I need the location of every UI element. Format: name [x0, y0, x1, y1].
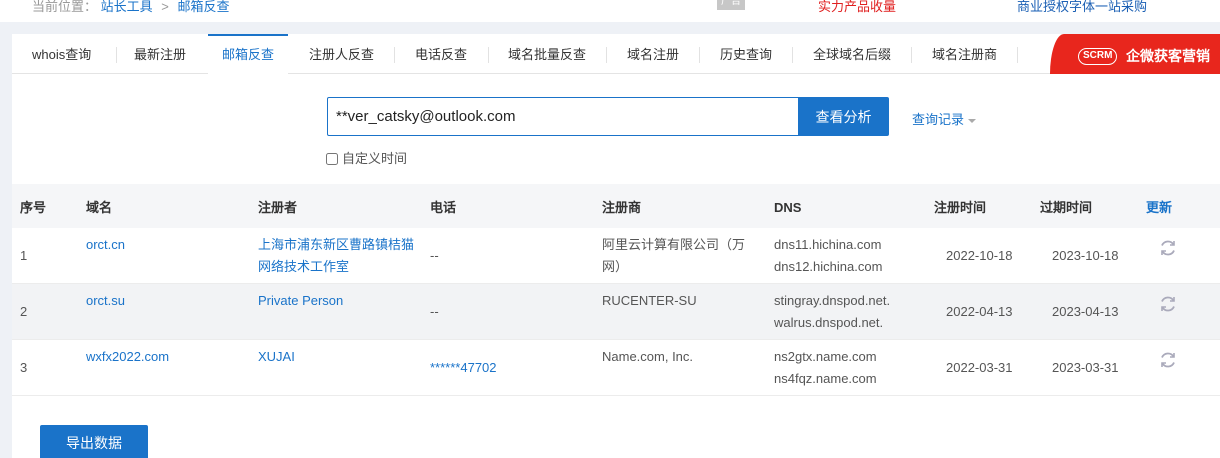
- refresh-icon[interactable]: [1158, 238, 1178, 258]
- tab-divider: [792, 47, 793, 63]
- row-domain-link[interactable]: wxfx2022.com: [86, 346, 169, 368]
- tab-divider: [606, 47, 607, 63]
- header-index: 序号: [20, 200, 47, 215]
- row-phone: --: [430, 248, 439, 263]
- tab-history[interactable]: 历史查询: [720, 34, 772, 74]
- tab-bar: whois查询 最新注册 邮箱反查 注册人反查 电话反查 域名批量反查 域名注册…: [12, 34, 1220, 75]
- tab-registrant-reverse[interactable]: 注册人反查: [309, 34, 374, 74]
- row-registrant-link[interactable]: XUJAI: [258, 346, 295, 368]
- scrm-banner-text: 企微获客营销: [1126, 48, 1210, 64]
- row-registrar: 阿里云计算有限公司（万 网）: [602, 234, 745, 278]
- row-domain-link[interactable]: orct.su: [86, 290, 125, 312]
- registrant-line: 上海市浦东新区曹路镇桔猫: [258, 237, 415, 252]
- custom-time-label: 自定义时间: [342, 151, 408, 166]
- breadcrumb-prefix: 当前位置：: [32, 0, 98, 14]
- promo-link-font[interactable]: 商业授权字体一站采购: [1017, 0, 1147, 15]
- row-index: 2: [20, 304, 28, 319]
- table-row: 2 orct.su Private Person -- RUCENTER-SU …: [12, 284, 1220, 340]
- header-dns: DNS: [774, 200, 802, 215]
- header-registrar: 注册商: [602, 200, 642, 215]
- row-registrar: Name.com, Inc.: [602, 346, 693, 368]
- top-bar: 当前位置： 站长工具 > 邮箱反查 广告 实力产品收量 商业授权字体一站采购: [0, 0, 1220, 22]
- header-registrant: 注册者: [258, 200, 298, 215]
- tab-latest-registered[interactable]: 最新注册: [134, 34, 186, 74]
- email-search-input[interactable]: [327, 97, 799, 136]
- query-history-dropdown[interactable]: 查询记录: [912, 109, 977, 128]
- tab-whois[interactable]: whois查询: [32, 34, 91, 74]
- analyze-button[interactable]: 查看分析: [798, 97, 889, 136]
- registrar-line: 阿里云计算有限公司（万: [602, 237, 746, 252]
- breadcrumb-separator: >: [161, 0, 169, 14]
- refresh-icon[interactable]: [1158, 294, 1178, 314]
- table-row: 3 wxfx2022.com XUJAI ******47702 Name.co…: [12, 340, 1220, 396]
- dns-server: ns4fqz.name.com: [774, 371, 877, 386]
- tab-batch-reverse[interactable]: 域名批量反查: [508, 34, 586, 74]
- export-data-button[interactable]: 导出数据: [40, 425, 148, 458]
- chevron-down-icon: [968, 118, 977, 123]
- custom-time-toggle[interactable]: 自定义时间: [326, 148, 407, 167]
- tab-divider: [394, 47, 395, 63]
- tab-global-suffix[interactable]: 全球域名后缀: [813, 34, 891, 74]
- tab-divider: [1017, 47, 1018, 63]
- scrm-badge: SCRM: [1078, 48, 1118, 65]
- ad-tag: 广告: [717, 0, 745, 10]
- registrant-line: 网络技术工作室: [258, 259, 350, 274]
- row-dns: ns2gtx.name.com ns4fqz.name.com: [774, 346, 877, 390]
- row-reg-date: 2022-10-18: [946, 248, 1013, 263]
- promo-link-product[interactable]: 实力产品收量: [818, 0, 896, 15]
- row-exp-date: 2023-10-18: [1052, 248, 1119, 263]
- dns-server: dns12.hichina.com: [774, 259, 883, 274]
- breadcrumb-item-email-reverse[interactable]: 邮箱反查: [178, 0, 230, 14]
- row-registrant-link[interactable]: Private Person: [258, 290, 343, 312]
- dns-server: ns2gtx.name.com: [774, 349, 877, 364]
- tab-divider: [116, 47, 117, 63]
- row-domain-link[interactable]: orct.cn: [86, 234, 125, 256]
- tab-divider: [488, 47, 489, 63]
- registrar-line: Name.com, Inc.: [602, 349, 694, 364]
- query-history-label: 查询记录: [912, 112, 965, 127]
- tab-email-reverse[interactable]: 邮箱反查: [208, 34, 288, 75]
- row-exp-date: 2023-03-31: [1052, 360, 1119, 375]
- tab-domain-register[interactable]: 域名注册: [627, 34, 679, 74]
- row-dns: dns11.hichina.com dns12.hichina.com: [774, 234, 882, 278]
- header-domain: 域名: [86, 200, 113, 215]
- tab-phone-reverse[interactable]: 电话反查: [415, 34, 467, 74]
- row-index: 3: [20, 360, 28, 375]
- custom-time-checkbox[interactable]: [326, 153, 338, 165]
- row-registrant-link[interactable]: 上海市浦东新区曹路镇桔猫 网络技术工作室: [258, 234, 414, 278]
- row-registrar: RUCENTER-SU: [602, 290, 697, 312]
- breadcrumb-item-tools[interactable]: 站长工具: [101, 0, 153, 14]
- scrm-banner[interactable]: SCRM 企微获客营销: [1050, 34, 1220, 74]
- row-phone-link[interactable]: ******47702: [430, 357, 497, 379]
- registrar-line: 网）: [602, 259, 629, 274]
- breadcrumb: 当前位置： 站长工具 > 邮箱反查: [32, 0, 230, 15]
- tab-registrars[interactable]: 域名注册商: [932, 34, 997, 74]
- tab-divider: [699, 47, 700, 63]
- row-index: 1: [20, 248, 28, 263]
- row-dns: stingray.dnspod.net. walrus.dnspod.net.: [774, 290, 890, 334]
- registrar-line: RUCENTER-SU: [602, 293, 697, 308]
- header-reg-date: 注册时间: [934, 200, 987, 215]
- registrant-line: Private Person: [258, 293, 344, 308]
- row-exp-date: 2023-04-13: [1052, 304, 1119, 319]
- header-phone: 电话: [430, 200, 457, 215]
- row-reg-date: 2022-03-31: [946, 360, 1013, 375]
- table-row: 1 orct.cn 上海市浦东新区曹路镇桔猫 网络技术工作室 -- 阿里云计算有…: [12, 228, 1220, 284]
- main-panel: whois查询 最新注册 邮箱反查 注册人反查 电话反查 域名批量反查 域名注册…: [12, 34, 1220, 458]
- header-update[interactable]: 更新: [1146, 197, 1172, 219]
- refresh-icon[interactable]: [1158, 350, 1178, 370]
- dns-server: stingray.dnspod.net.: [774, 293, 891, 308]
- row-phone: --: [430, 304, 439, 319]
- table-header: 序号 域名 注册者 电话 注册商 DNS 注册时间 过期时间 更新: [12, 184, 1220, 228]
- header-exp-date: 过期时间: [1040, 200, 1093, 215]
- row-reg-date: 2022-04-13: [946, 304, 1013, 319]
- dns-server: walrus.dnspod.net.: [774, 315, 884, 330]
- registrant-line: XUJAI: [258, 349, 295, 364]
- dns-server: dns11.hichina.com: [774, 237, 882, 252]
- tab-divider: [911, 47, 912, 63]
